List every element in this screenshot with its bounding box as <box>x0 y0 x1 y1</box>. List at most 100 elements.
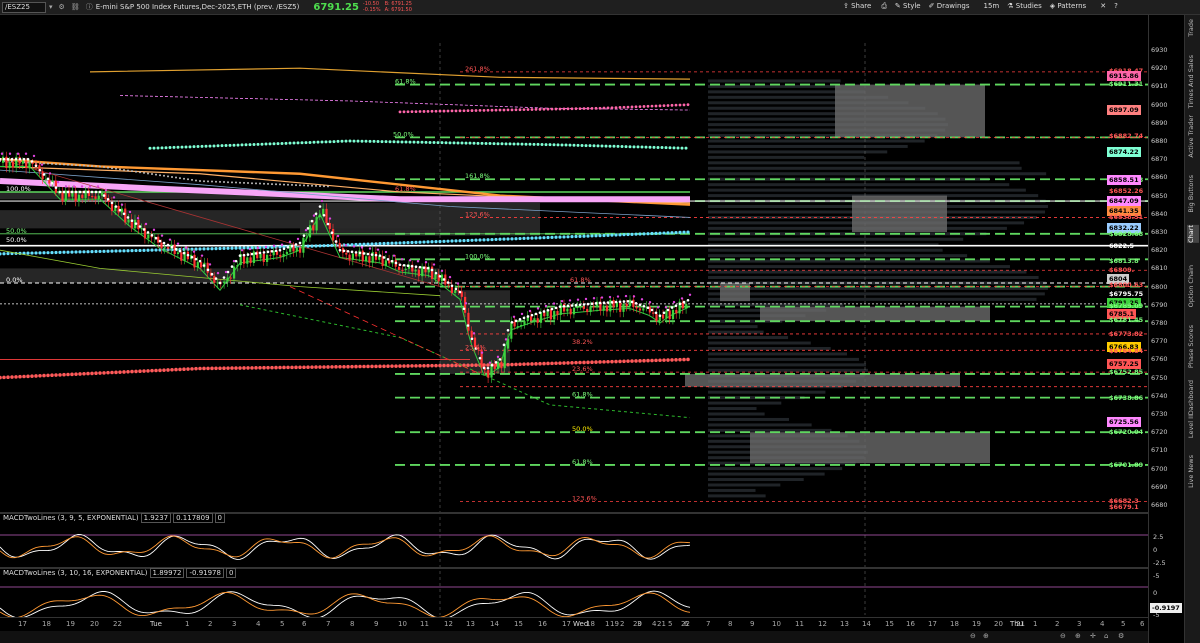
cyan-triangle-line <box>398 241 402 245</box>
zoom-out-icon-2[interactable]: ⊖ <box>1060 632 1066 640</box>
price-tag: $6752.85 <box>1109 368 1144 377</box>
zoom-out-icon[interactable]: ⊖ <box>970 632 976 640</box>
info-icon[interactable]: ⓘ <box>86 2 93 12</box>
studies-icon: ⚗ <box>1007 2 1014 10</box>
aqua-triangle-line <box>508 142 512 146</box>
tab-dashboard[interactable]: Dashboard <box>1187 380 1199 415</box>
magnet-icon[interactable]: ⌂ <box>1104 632 1108 640</box>
volume-profile-bar <box>708 248 943 252</box>
share-button[interactable]: ⇪ Share <box>843 2 871 11</box>
grey-dot-line <box>199 180 201 183</box>
tab-trade[interactable]: Trade <box>1187 19 1199 37</box>
chevron-down-icon[interactable]: ▾ <box>49 3 53 11</box>
ema8-dot <box>150 233 154 237</box>
ema8-dot <box>18 157 22 161</box>
candle-body <box>25 160 28 168</box>
patterns-button[interactable]: ◈ Patterns <box>1050 2 1086 11</box>
candle-body <box>398 266 401 270</box>
pink-dot-line <box>598 106 602 110</box>
tab-option-chain[interactable]: Option Chain <box>1187 265 1199 307</box>
price-tag: 6874.22 <box>1107 146 1141 157</box>
zoom-in-icon[interactable]: ⊕ <box>983 632 989 640</box>
tab-live-news[interactable]: Live News <box>1187 455 1199 488</box>
candle-body <box>464 296 467 313</box>
aqua-triangle-line <box>252 142 256 146</box>
candle-body <box>569 308 572 315</box>
ema8-dot <box>458 290 462 294</box>
cyan-triangle-line <box>442 239 446 243</box>
ema8-dot <box>194 257 198 261</box>
pink-dot-line <box>610 106 614 110</box>
time-axis[interactable]: 17 18 19 20 22 Tue 1 2 3 4 5 6 7 8 9 10 11 12 13 14 15 16 17 18… <box>0 617 1148 631</box>
price-tick: 6730 <box>1151 410 1168 418</box>
pink-dot-line <box>686 103 690 107</box>
tab-big-buttons[interactable]: Big Buttons <box>1187 175 1199 213</box>
price-chart[interactable]: 261.8% 61.8% 50.0% 161.8% 100.0% 61.8% 123.6% 5… <box>0 15 1148 617</box>
tab-active-trader[interactable]: Active Trader <box>1187 115 1199 158</box>
cyan-triangle-line <box>358 242 362 246</box>
tab-phase-scores[interactable]: Phase Scores <box>1187 325 1199 368</box>
red-dot-line <box>518 362 522 367</box>
volume-profile-bar <box>708 336 789 340</box>
cyan-triangle-line <box>86 250 90 254</box>
print-icon[interactable]: ⎙ <box>881 2 887 11</box>
candle-body <box>140 228 143 230</box>
tab-times-and-sales[interactable]: Times And Sales <box>1187 55 1199 108</box>
volume-profile-bar <box>708 237 964 241</box>
red-dot-line <box>598 360 602 364</box>
cyan-triangle-line <box>450 239 454 243</box>
help-icon[interactable]: ? <box>1114 2 1118 11</box>
ema34-dot <box>424 261 428 264</box>
ema8-dot <box>554 306 558 310</box>
crosshair-icon[interactable]: ✛ <box>1090 632 1096 640</box>
red-dot-line <box>366 364 370 369</box>
zoom-in-icon-2[interactable]: ⊕ <box>1075 632 1081 640</box>
red-dot-line <box>654 358 658 363</box>
cyan-triangle-line <box>486 238 490 242</box>
cyan-triangle-line <box>470 238 474 242</box>
ema34-dot <box>352 245 356 248</box>
aqua-triangle-line <box>624 145 628 149</box>
volume-profile-bar <box>708 155 865 159</box>
time-tick: 19 <box>972 620 981 628</box>
settings-icon[interactable]: ⚙ <box>1118 632 1124 640</box>
cyan-triangle-line <box>494 237 498 242</box>
grey-dot-line <box>131 170 133 173</box>
link-icon[interactable]: ⛓ <box>71 3 80 11</box>
close-icon[interactable]: ✕ <box>1100 2 1106 11</box>
cyan-triangle-line <box>50 250 54 255</box>
aqua-triangle-line <box>372 139 376 143</box>
pink-dot-line <box>446 109 450 113</box>
candle-body <box>236 265 239 267</box>
studies-button[interactable]: ⚗ Studies <box>1007 2 1041 11</box>
candle-body <box>249 257 252 264</box>
pink-dot-line <box>498 108 502 112</box>
drawings-button[interactable]: ✐ Drawings <box>929 2 970 11</box>
red-dot-line <box>30 374 34 378</box>
price-tick: 6820 <box>1151 246 1168 255</box>
symbol-input[interactable]: /ESZ25 <box>2 1 46 13</box>
pink-dot-line <box>410 110 414 114</box>
red-dot-line <box>74 372 78 376</box>
aqua-triangle-line <box>392 140 396 144</box>
timeframe-button[interactable]: 15m <box>984 2 1000 11</box>
aqua-triangle-line <box>472 141 476 145</box>
candle-body <box>295 247 298 252</box>
ema8-dot <box>42 173 46 176</box>
grey-dot-line <box>279 183 281 186</box>
price-axis[interactable]: 6930 6920 6910 6900 6890 6880 6870 6860 6850 6840… <box>1107 15 1184 643</box>
aqua-triangle-line <box>376 140 380 144</box>
aqua-triangle-line <box>244 143 248 147</box>
ema34-dot <box>32 154 36 158</box>
tab-level-ii[interactable]: Level II <box>1187 415 1199 438</box>
ema34-dot <box>632 295 636 298</box>
red-dot-line <box>290 365 294 370</box>
pink-dot-line <box>478 109 482 112</box>
tab-chart[interactable]: Chart <box>1187 225 1199 243</box>
ema8-dot <box>346 249 350 253</box>
ema8-dot <box>574 303 578 307</box>
volume-profile-bar <box>708 139 925 143</box>
ema8-dot <box>70 190 74 194</box>
style-button[interactable]: ✎ Style <box>895 2 921 11</box>
gear-icon[interactable]: ⚙ <box>59 3 65 11</box>
